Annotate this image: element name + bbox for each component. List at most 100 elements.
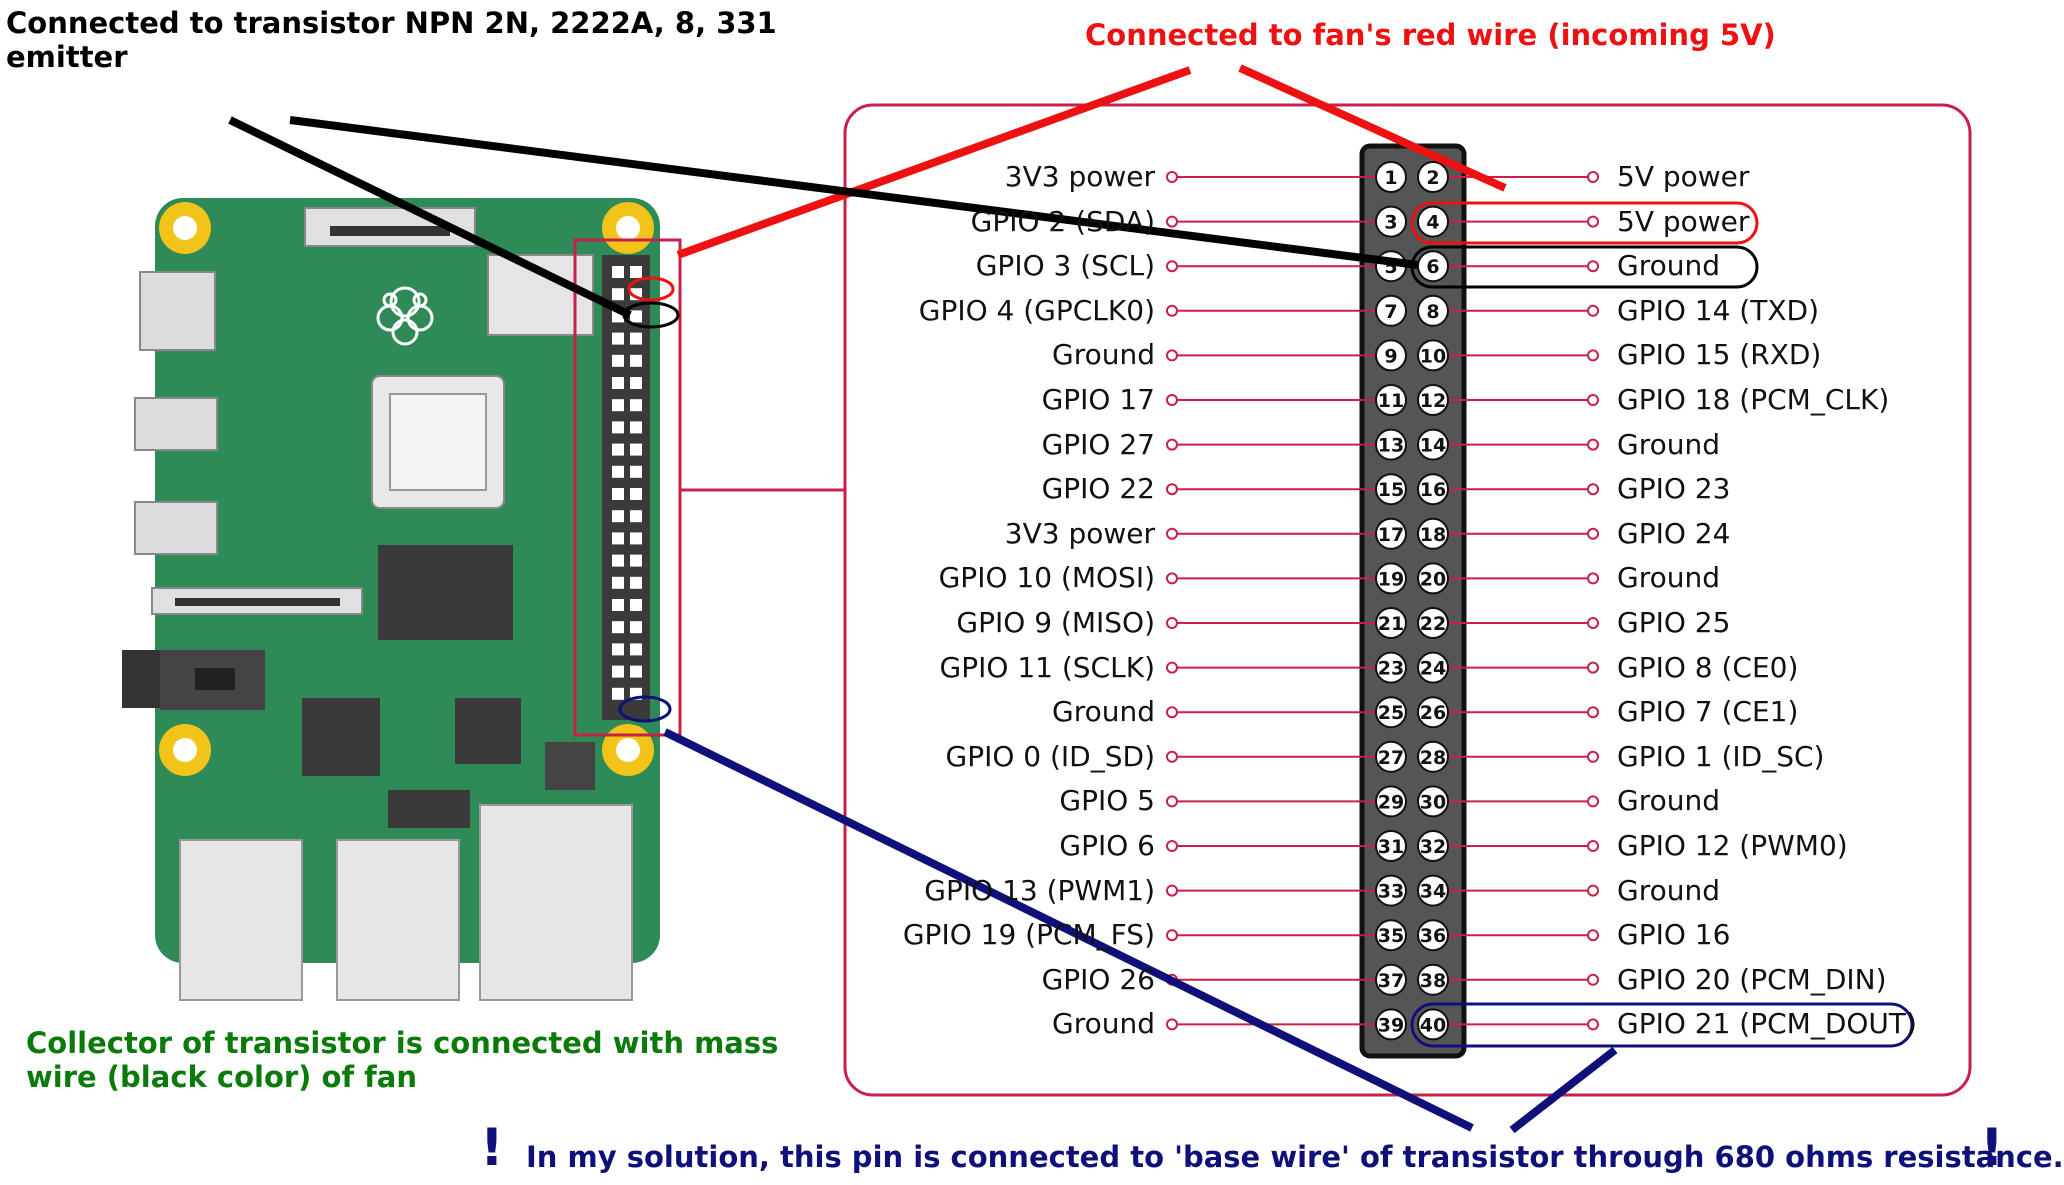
pin-label: GPIO 16 [1617, 918, 1731, 952]
pin-line-end [1587, 706, 1599, 719]
pin-number: 24 [1420, 658, 1446, 680]
pin-label: Ground [1617, 561, 1720, 595]
pin-label: Ground [1617, 873, 1720, 907]
pin-number: 11 [1378, 390, 1404, 412]
board-pin [612, 332, 624, 345]
pin-label: GPIO 25 [1617, 606, 1731, 639]
navy-wire-right [1509, 1046, 1618, 1134]
pin-label: GPIO 9 (MISO) [956, 606, 1155, 639]
pin-label: GPIO 4 (GPCLK0) [918, 293, 1155, 327]
pin-label: 5V power [1617, 160, 1750, 193]
pin-label: GPIO 7 (CE1) [1617, 695, 1799, 729]
pin-label: Ground [1617, 784, 1720, 818]
pin-line-end [1166, 483, 1178, 496]
board-pin [612, 443, 624, 456]
pin-line-end [1166, 750, 1178, 763]
pin-number: 1 [1384, 167, 1397, 189]
pin-line-end [1166, 527, 1178, 540]
pin-label: GPIO 22 [1041, 472, 1155, 506]
pin-line-end [1166, 617, 1178, 629]
board-pin [630, 576, 642, 589]
board-pin [612, 643, 624, 656]
pin-number: 29 [1378, 791, 1404, 813]
pin-line-end [1587, 661, 1599, 674]
board-pin [612, 399, 624, 412]
pin-number: 36 [1420, 925, 1446, 947]
pin-label: 3V3 power [1004, 160, 1155, 193]
ethernet-port [479, 804, 633, 1001]
pin-number: 21 [1378, 613, 1404, 635]
pin-label: GPIO 27 [1041, 427, 1155, 461]
pin-number: 14 [1420, 435, 1446, 457]
pin-number: 16 [1420, 479, 1446, 501]
pin-line-end [1166, 1018, 1178, 1031]
board-pin [612, 421, 624, 434]
board-pin [630, 465, 642, 478]
pin-label: Ground [1052, 338, 1155, 372]
pin-number: 39 [1378, 1014, 1404, 1036]
pin-number: 28 [1420, 747, 1446, 769]
pin-line-end [1166, 215, 1178, 228]
pin-label: GPIO 5 [1059, 784, 1155, 818]
board-pin [612, 576, 624, 589]
pin-line-end [1587, 572, 1599, 585]
pin-label: Ground [1052, 1007, 1155, 1041]
pin-label: GPIO 23 [1617, 472, 1731, 506]
pin-label: Ground [1052, 695, 1155, 729]
pin-number: 15 [1378, 479, 1404, 501]
hdmi-port-2 [134, 501, 218, 555]
pin-line-end [1587, 840, 1599, 852]
pin-line-end [1587, 973, 1599, 986]
pin-line-end [1166, 795, 1178, 808]
pin-label: GPIO 17 [1041, 383, 1155, 416]
pin-number: 33 [1378, 881, 1404, 903]
board-pin [612, 488, 624, 500]
pin-number: 22 [1420, 613, 1446, 635]
pin-label: GPIO 11 (SCLK) [939, 650, 1155, 684]
pin-label: GPIO 13 (PWM1) [924, 873, 1155, 907]
board-pin [630, 266, 642, 278]
board-pin [630, 532, 642, 545]
pin-label: GPIO 18 (PCM_CLK) [1617, 383, 1890, 416]
pin-line-end [1166, 929, 1178, 942]
board-pin [630, 310, 642, 323]
board-pin [630, 488, 642, 500]
board-pin [612, 554, 624, 567]
pin-label: 5V power [1617, 204, 1750, 238]
pin-line-end [1166, 260, 1178, 273]
pin-line-end [1166, 706, 1178, 719]
pin-label: GPIO 3 (SCL) [975, 249, 1155, 283]
board-pin [612, 465, 624, 478]
board-pin [612, 354, 624, 367]
pin-number: 23 [1378, 658, 1404, 680]
gpio-header [602, 255, 650, 720]
pin-number: 3 [1384, 212, 1397, 234]
pin-number: 18 [1420, 524, 1446, 546]
pin-label: GPIO 20 (PCM_DIN) [1617, 962, 1887, 996]
pin-line-end [1166, 304, 1178, 317]
pin-label: GPIO 0 (ID_SD) [945, 739, 1156, 773]
pin-line-end [1587, 929, 1599, 942]
pin-line-end [1166, 572, 1178, 585]
pin-label: GPIO 12 (PWM0) [1617, 829, 1848, 862]
usb-port-1 [179, 839, 303, 1001]
pin-number: 13 [1378, 435, 1404, 457]
board-pin [630, 377, 642, 389]
board-pin [612, 665, 624, 678]
board-pin [612, 621, 624, 634]
pin-label: GPIO 15 (RXD) [1617, 338, 1822, 372]
board-pin [630, 510, 642, 523]
pin-number: 4 [1426, 212, 1439, 234]
pin-number: 31 [1378, 836, 1404, 858]
pin-label: GPIO 14 (TXD) [1617, 293, 1820, 327]
pin-line-end [1587, 260, 1599, 273]
pin-label: GPIO 8 (CE0) [1617, 650, 1799, 684]
pin-label: Ground [1617, 427, 1720, 461]
ram-chip [378, 545, 513, 640]
pin-line-end [1166, 349, 1178, 362]
pin-number: 8 [1426, 301, 1439, 323]
pin-number: 19 [1378, 568, 1404, 590]
pin-label: GPIO 6 [1059, 829, 1155, 862]
board-pin [630, 554, 642, 567]
pin-number: 38 [1420, 970, 1446, 992]
